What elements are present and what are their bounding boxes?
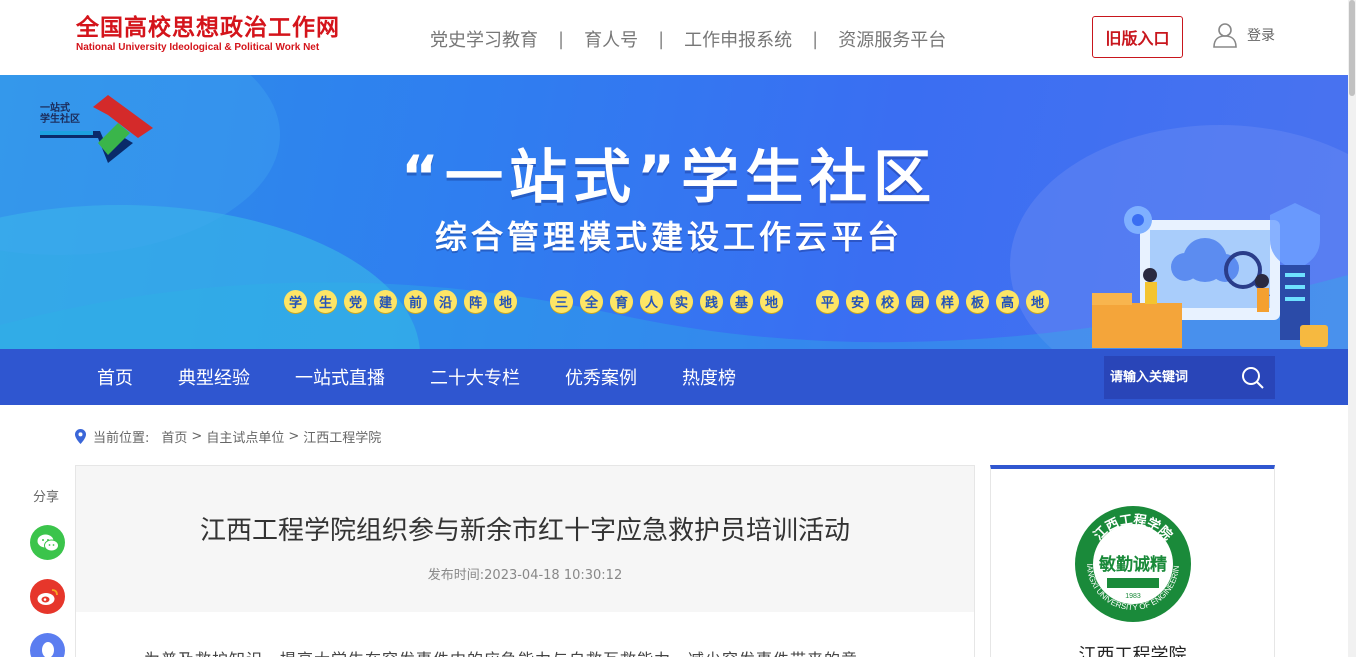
article-title: 江西工程学院组织参与新余市红十字应急救护员培训活动 bbox=[199, 516, 850, 546]
scrollbar-thumb[interactable] bbox=[1349, 0, 1355, 96]
location-pin-icon bbox=[75, 429, 86, 444]
nav-one-stop-live[interactable]: 一站式直播 bbox=[295, 364, 385, 390]
university-emblem-icon: 江西工程学院 JIANGXI UNIVERSITY OF ENGINEERING… bbox=[1073, 504, 1191, 622]
nav-20th-congress[interactable]: 二十大专栏 bbox=[430, 364, 520, 390]
date-label: 发布时间: bbox=[427, 568, 485, 583]
share-weibo-button[interactable] bbox=[30, 579, 65, 614]
slogan-char: 党 bbox=[344, 290, 367, 313]
article-date: 发布时间:2023-04-18 10:30:12 bbox=[76, 564, 974, 583]
university-name: 江西工程学院 bbox=[1078, 645, 1187, 657]
slogan-char: 校 bbox=[876, 290, 899, 313]
article-paragraph: 为普及救护知识，提高大学生在突发事件中的应急能力与自救互救能力，减少突发事件带来… bbox=[144, 646, 944, 657]
university-card: 江西工程学院 JIANGXI UNIVERSITY OF ENGINEERING… bbox=[990, 465, 1275, 657]
breadcrumb-current[interactable]: 江西工程学院 bbox=[303, 427, 381, 446]
slogan-char: 高 bbox=[996, 290, 1019, 313]
slogan-char: 沿 bbox=[434, 290, 457, 313]
slogan-char: 践 bbox=[700, 290, 723, 313]
banner-subtitle: 综合管理模式建设工作云平台 bbox=[434, 218, 903, 256]
emblem-motto: 敏勤诚精 bbox=[1098, 554, 1167, 575]
banner-title: “一站式”学生社区 bbox=[400, 143, 938, 211]
share-qq-button[interactable] bbox=[30, 633, 65, 657]
slogan-party-building: 学生党建前沿阵地 bbox=[284, 290, 524, 313]
nav-separator: | bbox=[558, 28, 565, 50]
nav-separator: | bbox=[658, 28, 665, 50]
nav-separator: | bbox=[812, 28, 819, 50]
slogan-char: 基 bbox=[730, 290, 753, 313]
slogan-char: 三 bbox=[550, 290, 573, 313]
slogan-char: 生 bbox=[314, 290, 337, 313]
breadcrumb-label: 当前位置: bbox=[93, 431, 150, 446]
slogan-char: 实 bbox=[670, 290, 693, 313]
top-nav-resource-platform[interactable]: 资源服务平台 bbox=[838, 26, 946, 52]
slogan-education-practice: 三全育人实践基地 bbox=[550, 290, 790, 313]
search-icon[interactable] bbox=[1241, 366, 1265, 390]
top-nav-yurenhao[interactable]: 育人号 bbox=[584, 26, 638, 52]
nav-typical-experience[interactable]: 典型经验 bbox=[178, 364, 250, 390]
breadcrumb-pilot-units[interactable]: 自主试点单位 bbox=[206, 427, 284, 446]
logo-chinese: 全国高校思想政治工作网 bbox=[76, 14, 340, 41]
slogan-char: 育 bbox=[610, 290, 633, 313]
slogan-char: 园 bbox=[906, 290, 929, 313]
user-icon bbox=[1213, 23, 1237, 48]
slogan-char: 学 bbox=[284, 290, 307, 313]
page-scrollbar[interactable] bbox=[1348, 0, 1356, 657]
slogan-char: 样 bbox=[936, 290, 959, 313]
slogan-char: 安 bbox=[846, 290, 869, 313]
one-stop-logo-text: 一站式 学生社区 bbox=[40, 103, 80, 125]
old-version-button[interactable]: 旧版入口 bbox=[1092, 16, 1183, 58]
breadcrumb: 当前位置: 首页 > 自主试点单位 > 江西工程学院 bbox=[75, 427, 381, 446]
hero-banner: 一站式 学生社区 “一站式”学生社区 综合管理模式建设工作云平台 学生党建前沿阵… bbox=[0, 75, 1348, 349]
top-nav-declaration-system[interactable]: 工作申报系统 bbox=[684, 26, 792, 52]
article-card: 江西工程学院组织参与新余市红十字应急救护员培训活动 发布时间:2023-04-1… bbox=[75, 465, 975, 657]
slogan-char: 人 bbox=[640, 290, 663, 313]
search-box bbox=[1104, 356, 1275, 399]
top-header: 全国高校思想政治工作网 National University Ideologi… bbox=[0, 0, 1348, 75]
slogan-char: 建 bbox=[374, 290, 397, 313]
slogan-char: 板 bbox=[966, 290, 989, 313]
share-wechat-button[interactable] bbox=[30, 525, 65, 560]
slogan-char: 阵 bbox=[464, 290, 487, 313]
nav-excellent-cases[interactable]: 优秀案例 bbox=[565, 364, 637, 390]
qq-icon bbox=[41, 641, 54, 657]
site-logo[interactable]: 全国高校思想政治工作网 National University Ideologi… bbox=[76, 14, 340, 54]
nav-home[interactable]: 首页 bbox=[97, 364, 133, 390]
top-nav: 党史学习教育 | 育人号 | 工作申报系统 | 资源服务平台 bbox=[430, 26, 946, 52]
slogan-char: 平 bbox=[816, 290, 839, 313]
banner-slogans: 学生党建前沿阵地三全育人实践基地平安校园样板高地 bbox=[284, 290, 1082, 313]
top-nav-party-history[interactable]: 党史学习教育 bbox=[430, 26, 538, 52]
login-label: 登录 bbox=[1247, 28, 1275, 44]
breadcrumb-home[interactable]: 首页 bbox=[161, 427, 187, 446]
logo-text-line2: 学生社区 bbox=[40, 114, 80, 125]
login-link[interactable]: 登录 bbox=[1212, 22, 1275, 48]
wechat-icon bbox=[37, 534, 59, 551]
slogan-safe-campus: 平安校园样板高地 bbox=[816, 290, 1056, 313]
search-input[interactable] bbox=[1110, 370, 1230, 385]
breadcrumb-sep: > bbox=[191, 429, 203, 444]
logo-text-line1: 一站式 bbox=[40, 103, 70, 114]
emblem-year: 1983 bbox=[1125, 593, 1141, 600]
slogan-char: 前 bbox=[404, 290, 427, 313]
date-value: 2023-04-18 10:30:12 bbox=[484, 568, 623, 583]
logo-english: National University Ideological & Politi… bbox=[76, 42, 320, 53]
share-label: 分享 bbox=[33, 490, 60, 505]
breadcrumb-sep: > bbox=[288, 429, 300, 444]
page: 全国高校思想政治工作网 National University Ideologi… bbox=[0, 0, 1356, 657]
slogan-char: 地 bbox=[760, 290, 783, 313]
slogan-char: 地 bbox=[494, 290, 517, 313]
slogan-char: 地 bbox=[1026, 290, 1049, 313]
nav-hot-list[interactable]: 热度榜 bbox=[682, 364, 736, 390]
weibo-icon bbox=[37, 588, 58, 605]
slogan-char: 全 bbox=[580, 290, 603, 313]
